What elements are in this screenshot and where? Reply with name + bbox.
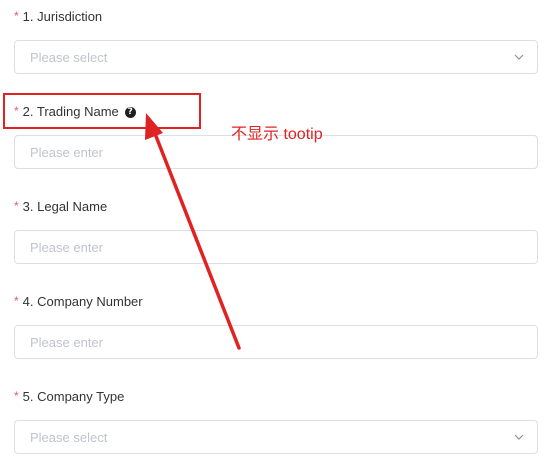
trading-name-label-text: 2. Trading Name bbox=[22, 104, 119, 119]
company-number-placeholder: Please enter bbox=[30, 334, 103, 350]
required-mark: * bbox=[14, 9, 19, 23]
chevron-down-icon bbox=[514, 54, 524, 60]
company-type-placeholder: Please select bbox=[30, 429, 108, 445]
company-type-label: * 5. Company Type bbox=[14, 389, 124, 405]
company-type-select[interactable]: Please select bbox=[14, 420, 538, 454]
legal-name-label: * 3. Legal Name bbox=[14, 199, 107, 215]
required-mark: * bbox=[14, 389, 19, 403]
jurisdiction-placeholder: Please select bbox=[30, 49, 108, 65]
required-mark: * bbox=[14, 104, 19, 118]
legal-name-label-text: 3. Legal Name bbox=[22, 199, 108, 214]
registration-form-page: * 1. Jurisdiction Please select * 2. Tra… bbox=[0, 0, 554, 458]
jurisdiction-label: * 1. Jurisdiction bbox=[14, 9, 102, 25]
question-circle-icon[interactable]: ? bbox=[124, 106, 136, 118]
company-number-input[interactable]: Please enter bbox=[14, 325, 538, 359]
required-mark: * bbox=[14, 199, 19, 213]
jurisdiction-label-text: 1. Jurisdiction bbox=[22, 9, 103, 24]
annotation-text: 不显示 tootip bbox=[231, 126, 323, 143]
jurisdiction-select[interactable]: Please select bbox=[14, 40, 538, 74]
company-number-label: * 4. Company Number bbox=[14, 294, 143, 310]
trading-name-placeholder: Please enter bbox=[30, 144, 103, 160]
required-mark: * bbox=[14, 294, 19, 308]
company-type-label-text: 5. Company Type bbox=[22, 389, 125, 404]
chevron-down-icon bbox=[514, 434, 524, 440]
company-number-label-text: 4. Company Number bbox=[22, 294, 143, 309]
trading-name-label: * 2. Trading Name ? bbox=[14, 104, 136, 120]
legal-name-placeholder: Please enter bbox=[30, 239, 103, 255]
legal-name-input[interactable]: Please enter bbox=[14, 230, 538, 264]
